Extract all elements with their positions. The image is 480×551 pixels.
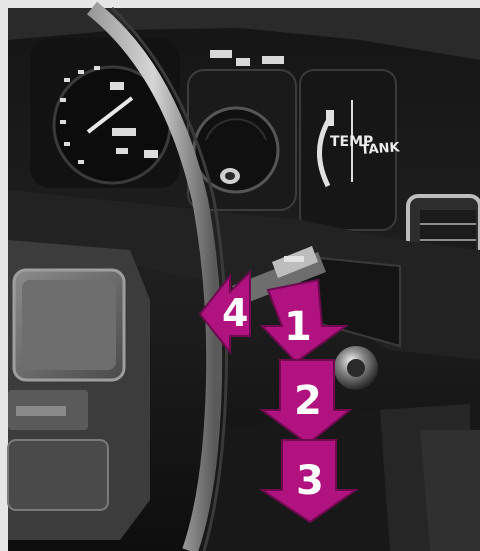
arrow-1-label: 1 xyxy=(284,304,312,350)
arrow-2-label: 2 xyxy=(294,378,322,424)
brand-emblem-icon xyxy=(220,168,240,184)
tank-label: TANK xyxy=(360,140,401,158)
dashboard-photo: TEMP TANK 4 1 2 3 xyxy=(0,0,480,551)
speedometer xyxy=(30,38,180,188)
arrow-4-label: 4 xyxy=(222,291,248,335)
temp-tank-gauge: TEMP TANK xyxy=(299,69,401,231)
steering-wheel-hub xyxy=(7,240,150,540)
arrow-3-label: 3 xyxy=(296,458,324,504)
photo-frame: TEMP TANK 4 1 2 3 xyxy=(0,0,480,551)
ignition-knob xyxy=(334,346,378,390)
